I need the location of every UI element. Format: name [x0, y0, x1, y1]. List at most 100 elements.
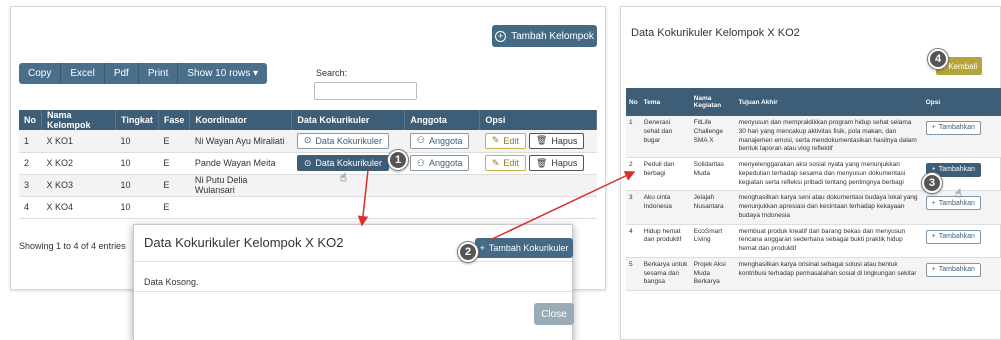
cell-data [291, 174, 405, 197]
cell-kegiatan: Projek Aksi Muda Berkarya [690, 257, 736, 292]
tambahkan-button[interactable]: + Tambahkan [925, 121, 981, 135]
cell-tujuan: menyusun dan mempraktikkan program hidup… [735, 116, 923, 159]
cell-tema: Generasi sehat dan bugar [640, 116, 691, 159]
edit-label: Edit [503, 158, 519, 168]
modal-divider [134, 261, 572, 262]
cell-opsi: ✎ Edit 🗑 Hapus [479, 152, 597, 175]
table-row: 3 X KO3 10 E Ni Putu Delia Wulansari [19, 174, 597, 197]
col-tema: Tema [640, 88, 691, 116]
plus-icon: + [931, 266, 936, 274]
panel-title: Data Kokurikuler Kelompok X KO2 [631, 27, 800, 39]
cell-nama: X KO2 [41, 152, 116, 175]
cell-tema: Aku cinta Indonesia [640, 190, 691, 225]
table-row: 5 Berkarya untuk sesama dan bangsa Proje… [626, 257, 1001, 292]
edit-icon: ✎ [491, 157, 500, 168]
step-badge-4: 4 [928, 49, 948, 69]
cell-fase: E [158, 130, 190, 153]
col-no: No [19, 110, 42, 130]
cell-tingkat: 10 [115, 196, 159, 219]
col-fase: Fase [158, 110, 191, 130]
data-kokurikuler-label: Data Kokurikuler [315, 135, 382, 146]
col-data-kokurikuler: Data Kokurikuler [291, 110, 406, 130]
cell-koordinator: Pande Wayan Meita [189, 152, 292, 175]
tambahkan-button[interactable]: + Tambahkan [925, 262, 981, 277]
cell-no: 1 [626, 116, 641, 159]
search-label: Search: [316, 68, 348, 78]
cell-tujuan: menghasilkan karya orisinal sebagai solu… [735, 257, 923, 292]
edit-label: Edit [503, 135, 519, 146]
table-header-row: No Nama Kelompok Tingkat Fase Koordinato… [19, 110, 597, 130]
print-button[interactable]: Print [139, 63, 179, 84]
modal-divider [134, 291, 572, 292]
anggota-label: Anggota [428, 158, 463, 168]
cell-tujuan: menghasilkan karya seni atau dokumentasi… [735, 190, 923, 225]
cell-anggota [404, 196, 480, 219]
cell-anggota: ⚇ Anggota [404, 130, 480, 153]
cell-tema: Berkarya untuk sesama dan bangsa [640, 257, 691, 292]
modal-title: Data Kokurikuler Kelompok X KO2 [144, 235, 344, 250]
plus-icon: + [479, 243, 485, 253]
step-badge-3: 3 [922, 173, 942, 193]
tambahkan-button[interactable]: + Tambahkan [925, 229, 981, 244]
cell-data [291, 196, 405, 219]
cell-tingkat: 10 [115, 130, 159, 153]
excel-button[interactable]: Excel [61, 63, 105, 84]
data-kokurikuler-button[interactable]: ⊙ Data Kokurikuler [296, 155, 389, 171]
kokurikuler-table: No Tema Nama Kegiatan Tujuan Akhir Opsi … [626, 88, 1001, 292]
cell-data: ⊙ Data Kokurikuler [291, 130, 405, 153]
tambahkan-label: Tambahkan [938, 124, 975, 132]
add-group-button[interactable]: + Tambah Kelompok [492, 25, 597, 47]
table-row: 3 Aku cinta Indonesia Jelajah Nusantara … [626, 190, 1001, 225]
cell-koordinator: Ni Putu Delia Wulansari [189, 174, 292, 197]
hapus-button[interactable]: 🗑 Hapus [528, 132, 585, 149]
data-kokurikuler-button[interactable]: ⊙ Data Kokurikuler [296, 132, 389, 149]
table-row: 4 X KO4 10 E [19, 196, 597, 219]
cell-no: 4 [19, 196, 42, 219]
cell-no: 2 [626, 157, 641, 192]
cell-tingkat: 10 [115, 152, 159, 175]
plus-circle-icon: + [495, 30, 507, 42]
copy-button[interactable]: Copy [19, 63, 62, 84]
cell-kegiatan: EcoSmart Living [690, 224, 736, 258]
anggota-button[interactable]: ⚇ Anggota [409, 155, 470, 171]
plus-icon: + [931, 124, 936, 132]
cell-kegiatan: Solidaritas Muda [690, 157, 736, 192]
table-header-row: No Tema Nama Kegiatan Tujuan Akhir Opsi [626, 88, 1001, 116]
cell-tujuan: menyelenggarakan aksi sosial nyata yang … [735, 157, 923, 192]
plus-icon: + [931, 232, 936, 240]
plus-icon: + [931, 199, 936, 207]
edit-button[interactable]: ✎ Edit [484, 155, 526, 171]
hapus-label: Hapus [551, 135, 578, 146]
tambahkan-label: Tambahkan [938, 266, 975, 274]
col-tingkat: Tingkat [115, 110, 159, 130]
table-row: 1 Generasi sehat dan bugar FitLife Chall… [626, 116, 1001, 159]
col-opsi: Opsi [922, 88, 1001, 116]
data-kokurikuler-label: Data Kokurikuler [315, 158, 382, 168]
cell-no: 1 [19, 130, 42, 153]
search-input[interactable] [314, 82, 417, 100]
tambahkan-button[interactable]: + Tambahkan [925, 196, 981, 211]
cell-no: 2 [19, 152, 42, 175]
anggota-label: Anggota [428, 135, 463, 146]
cell-tujuan: membuat produk kreatif dari barang bekas… [735, 224, 923, 258]
cell-opsi: + Tambahkan [922, 257, 1001, 292]
col-tujuan-akhir: Tujuan Akhir [735, 88, 923, 116]
export-toolbar: Copy Excel Pdf Print Show 10 rows ▾ [19, 63, 267, 84]
cell-opsi [479, 196, 597, 219]
edit-button[interactable]: ✎ Edit [484, 132, 526, 149]
hapus-label: Hapus [551, 158, 578, 168]
check-circle-icon: ⊙ [303, 157, 312, 168]
col-no: No [626, 88, 641, 116]
cell-kegiatan: FitLife Challenge SMA X [690, 116, 736, 159]
users-icon: ⚇ [416, 135, 425, 146]
trash-icon: 🗑 [535, 157, 548, 168]
cell-no: 5 [626, 257, 641, 292]
show-rows-dropdown[interactable]: Show 10 rows ▾ [178, 63, 267, 84]
tambahkan-label: Tambahkan [938, 232, 975, 240]
pdf-button[interactable]: Pdf [105, 63, 139, 84]
anggota-button[interactable]: ⚇ Anggota [409, 132, 470, 149]
close-button[interactable]: Close [534, 303, 574, 325]
add-kokurikuler-button[interactable]: + Tambah Kokurikuler [475, 238, 573, 258]
cell-fase: E [158, 174, 190, 197]
hapus-button[interactable]: 🗑 Hapus [528, 155, 585, 171]
